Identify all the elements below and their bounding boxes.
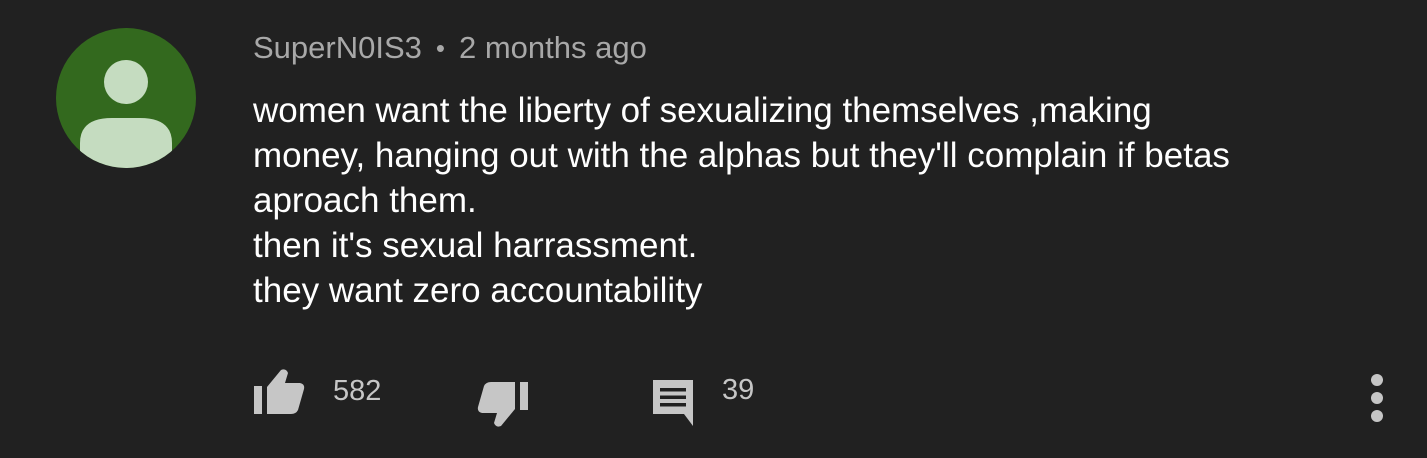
- comment-text-line: then it's sexual harrassment.: [253, 226, 698, 265]
- reply-action: 39: [650, 373, 755, 427]
- timestamp[interactable]: 2 months ago: [459, 30, 647, 66]
- more-action: [1363, 372, 1391, 424]
- like-button[interactable]: [252, 366, 306, 416]
- thumbs-up-icon: [254, 369, 305, 414]
- comment-icon: [653, 380, 693, 426]
- author-name[interactable]: SuperN0IS3: [253, 30, 422, 66]
- reply-count: 39: [722, 373, 755, 406]
- reply-button[interactable]: [650, 377, 696, 427]
- more-vertical-icon: [1371, 374, 1383, 422]
- separator-dot: •: [435, 32, 445, 63]
- more-options-button[interactable]: [1363, 372, 1391, 424]
- dislike-button[interactable]: [476, 378, 530, 430]
- dislike-action: [476, 378, 530, 430]
- comment-text-line: aproach them.: [253, 181, 477, 220]
- comment-text-line: they want zero accountability: [253, 271, 703, 310]
- comment-text-line: women want the liberty of sexualizing th…: [253, 91, 1152, 130]
- avatar[interactable]: [56, 28, 196, 168]
- like-action: 582: [252, 366, 381, 416]
- comment-header: SuperN0IS3 • 2 months ago: [253, 26, 647, 70]
- comment-text: women want the liberty of sexualizing th…: [253, 88, 1373, 313]
- comment-text-line: money, hanging out with the alphas but t…: [253, 136, 1230, 175]
- default-user-avatar-icon: [80, 60, 172, 168]
- like-count: 582: [333, 374, 382, 407]
- thumbs-down-icon: [477, 382, 528, 427]
